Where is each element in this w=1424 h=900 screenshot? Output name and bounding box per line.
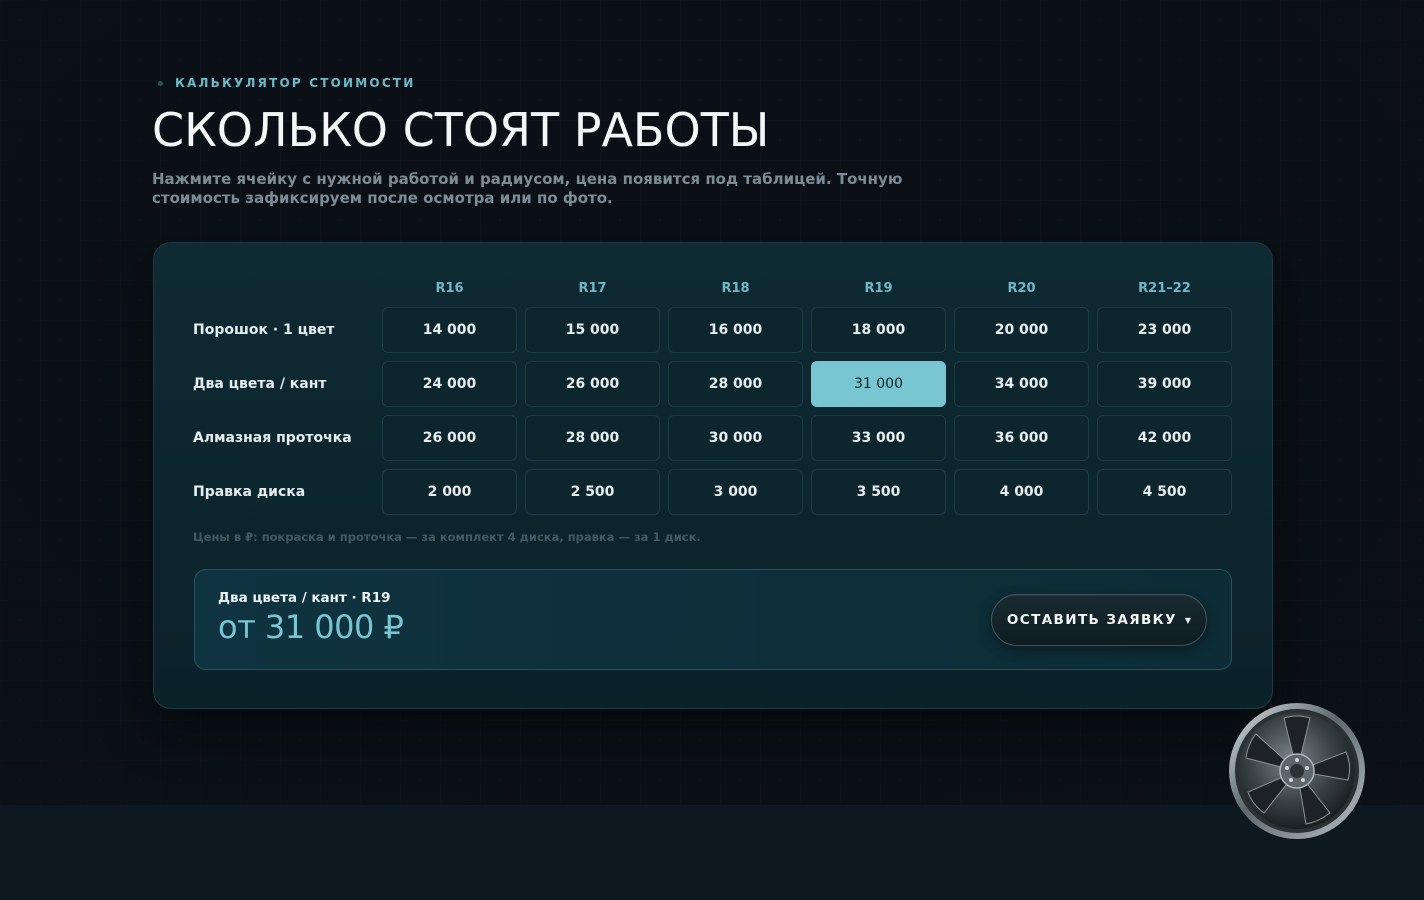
column-header: R20 [1007, 281, 1036, 296]
price-cell[interactable]: 3 500 [811, 469, 946, 515]
column-header: R18 [721, 281, 750, 296]
column-header: R19 [864, 281, 893, 296]
price-cell[interactable]: 39 000 [1097, 361, 1232, 407]
page-subtitle: Нажмите ячейку с нужной работой и радиус… [152, 170, 903, 207]
price-cell[interactable]: 23 000 [1097, 307, 1232, 353]
price-cell[interactable]: 33 000 [811, 415, 946, 461]
column-header: R16 [435, 281, 464, 296]
price-cell[interactable]: 4 500 [1097, 469, 1232, 515]
price-cell[interactable]: 3 000 [668, 469, 803, 515]
price-cell[interactable]: 4 000 [954, 469, 1089, 515]
row-label: Два цвета / кант [193, 376, 327, 392]
eyebrow-label: КАЛЬКУЛЯТОР СТОИМОСТИ [175, 76, 416, 90]
result-label: Два цвета / кант · R19 [218, 590, 391, 606]
row-label: Алмазная проточка [193, 430, 352, 446]
price-cell[interactable]: 24 000 [382, 361, 517, 407]
price-cell[interactable]: 34 000 [954, 361, 1089, 407]
section-eyebrow: КАЛЬКУЛЯТОР СТОИМОСТИ [158, 76, 415, 90]
eyebrow-dot-icon [158, 80, 163, 86]
price-cell[interactable]: 30 000 [668, 415, 803, 461]
price-cell[interactable]: 15 000 [525, 307, 660, 353]
price-cell[interactable]: 2 500 [525, 469, 660, 515]
submit-request-label: ОСТАВИТЬ ЗАЯВКУ [1006, 612, 1177, 628]
submit-request-button[interactable]: ОСТАВИТЬ ЗАЯВКУ ▼ [991, 594, 1207, 646]
price-cell[interactable]: 42 000 [1097, 415, 1232, 461]
price-cell[interactable]: 18 000 [811, 307, 946, 353]
price-cell[interactable]: 16 000 [668, 307, 803, 353]
price-cell[interactable]: 2 000 [382, 469, 517, 515]
price-cell[interactable]: 28 000 [525, 415, 660, 461]
row-label: Правка диска [193, 484, 306, 500]
column-header: R17 [578, 281, 607, 296]
wheel-rim-icon [1229, 703, 1365, 839]
price-cell[interactable]: 36 000 [954, 415, 1089, 461]
dropdown-arrow-icon: ▼ [1184, 616, 1192, 625]
price-cell[interactable]: 26 000 [525, 361, 660, 407]
price-cell[interactable]: 28 000 [668, 361, 803, 407]
price-cell[interactable]: 26 000 [382, 415, 517, 461]
footer-band [0, 805, 1424, 900]
price-cell[interactable]: 31 000 [811, 361, 946, 407]
page-title: СКОЛЬКО СТОЯТ РАБОТЫ [152, 103, 770, 157]
price-cell[interactable]: 14 000 [382, 307, 517, 353]
column-header: R21–22 [1138, 281, 1191, 296]
price-note: Цены в ₽: покраска и проточка — за компл… [193, 530, 701, 544]
result-price: от 31 000 ₽ [218, 608, 404, 646]
row-label: Порошок · 1 цвет [193, 322, 335, 338]
price-cell[interactable]: 20 000 [954, 307, 1089, 353]
